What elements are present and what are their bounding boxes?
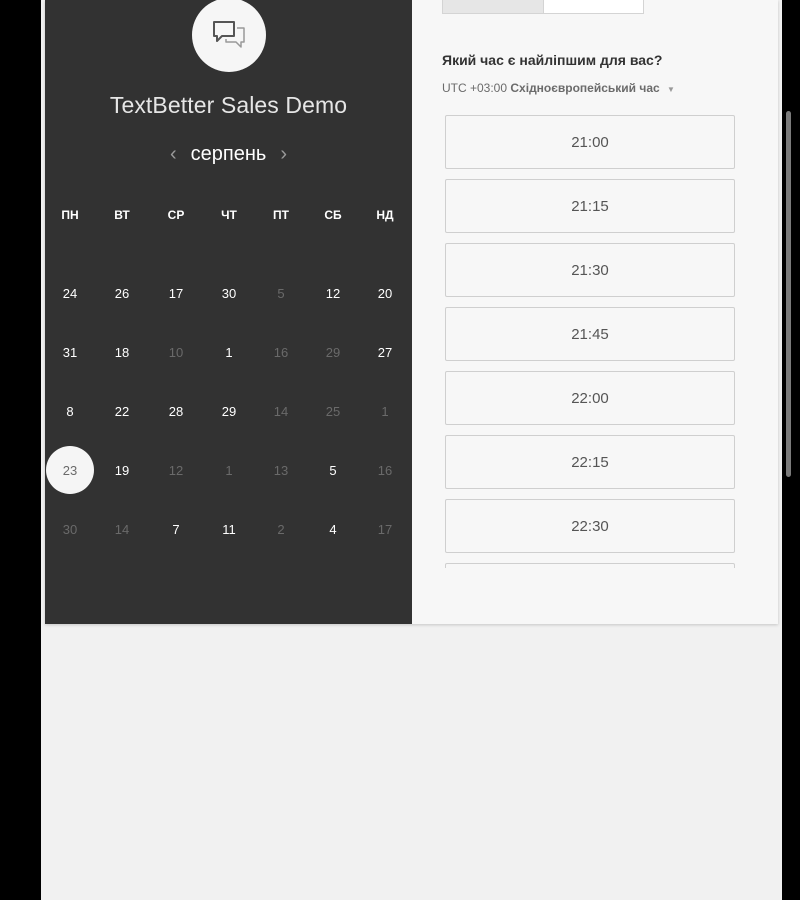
calendar-day-selected[interactable]: 23 [46,446,94,494]
calendar-day[interactable]: 26 [99,270,145,316]
calendar-day: 10 [168,344,184,360]
calendar-day[interactable]: 20 [362,270,408,316]
time-panel: Який час є найліпшим для вас? UTC +03:00… [412,0,791,624]
calendar-grid: 24 26 17 30 5 12 20 31 18 10 1 16 29 27 8 22 28 29 14 25 1 23… [45,0,412,624]
calendar-day: 25 [325,403,341,419]
calendar-day[interactable]: 4 [310,506,356,552]
calendar-day[interactable]: 7 [153,506,199,552]
page-background: TextBetter Sales Demo ‹ серпень › ПН ВТ СР… [41,0,791,900]
calendar-day[interactable]: 24 [47,270,93,316]
calendar-day: 5 [277,285,285,301]
calendar-day: 14 [273,403,289,419]
scheduler-card: TextBetter Sales Demo ‹ серпень › ПН ВТ СР… [45,0,791,624]
calendar-day: 1 [225,462,233,478]
time-slot-list: 21:00 21:15 21:30 21:45 22:00 22:15 22:30 [445,115,735,568]
calendar-day[interactable]: 27 [362,329,408,375]
time-slot-button[interactable]: 22:00 [445,371,735,425]
time-slot-button[interactable]: 21:15 [445,179,735,233]
calendar-day[interactable]: 18 [99,329,145,375]
calendar-day: 16 [273,344,289,360]
calendar-day[interactable]: 8 [47,388,93,434]
calendar-day: 14 [114,521,130,537]
timezone-selector[interactable]: UTC +03:00 Східноєвропейський час ▼ [442,81,675,95]
calendar-day[interactable]: 11 [206,506,252,552]
calendar-day[interactable]: 31 [47,329,93,375]
calendar-panel: TextBetter Sales Demo ‹ серпень › ПН ВТ СР… [45,0,412,624]
time-slot-button[interactable]: 21:00 [445,115,735,169]
calendar-day[interactable]: 17 [153,270,199,316]
calendar-day: 17 [377,521,393,537]
timezone-name: Східноєвропейський час [510,81,660,95]
calendar-day: 16 [377,462,393,478]
calendar-day: 1 [381,403,389,419]
calendar-day[interactable]: 30 [206,270,252,316]
calendar-day[interactable]: 29 [206,388,252,434]
calendar-day[interactable]: 28 [153,388,199,434]
calendar-day[interactable]: 22 [99,388,145,434]
calendar-day[interactable]: 1 [206,329,252,375]
calendar-day: 29 [325,344,341,360]
time-slot-button[interactable]: 21:45 [445,307,735,361]
time-slot-button[interactable]: 22:30 [445,499,735,553]
tab-left[interactable] [443,0,544,13]
calendar-day: 12 [168,462,184,478]
calendar-day: 30 [62,521,78,537]
scrollbar[interactable] [786,111,791,477]
calendar-day[interactable]: 19 [99,447,145,493]
time-slot-button[interactable]: 22:15 [445,435,735,489]
caret-down-icon: ▼ [667,85,675,94]
timezone-offset: UTC +03:00 [442,81,508,95]
time-slot-button[interactable] [445,563,735,568]
calendar-day[interactable]: 5 [310,447,356,493]
tab-right[interactable] [543,0,643,13]
time-slot-button[interactable]: 21:30 [445,243,735,297]
time-question: Який час є найліпшим для вас? [442,52,663,68]
calendar-day[interactable]: 12 [310,270,356,316]
calendar-day: 2 [277,521,285,537]
calendar-day: 13 [273,462,289,478]
view-tabs [442,0,644,14]
